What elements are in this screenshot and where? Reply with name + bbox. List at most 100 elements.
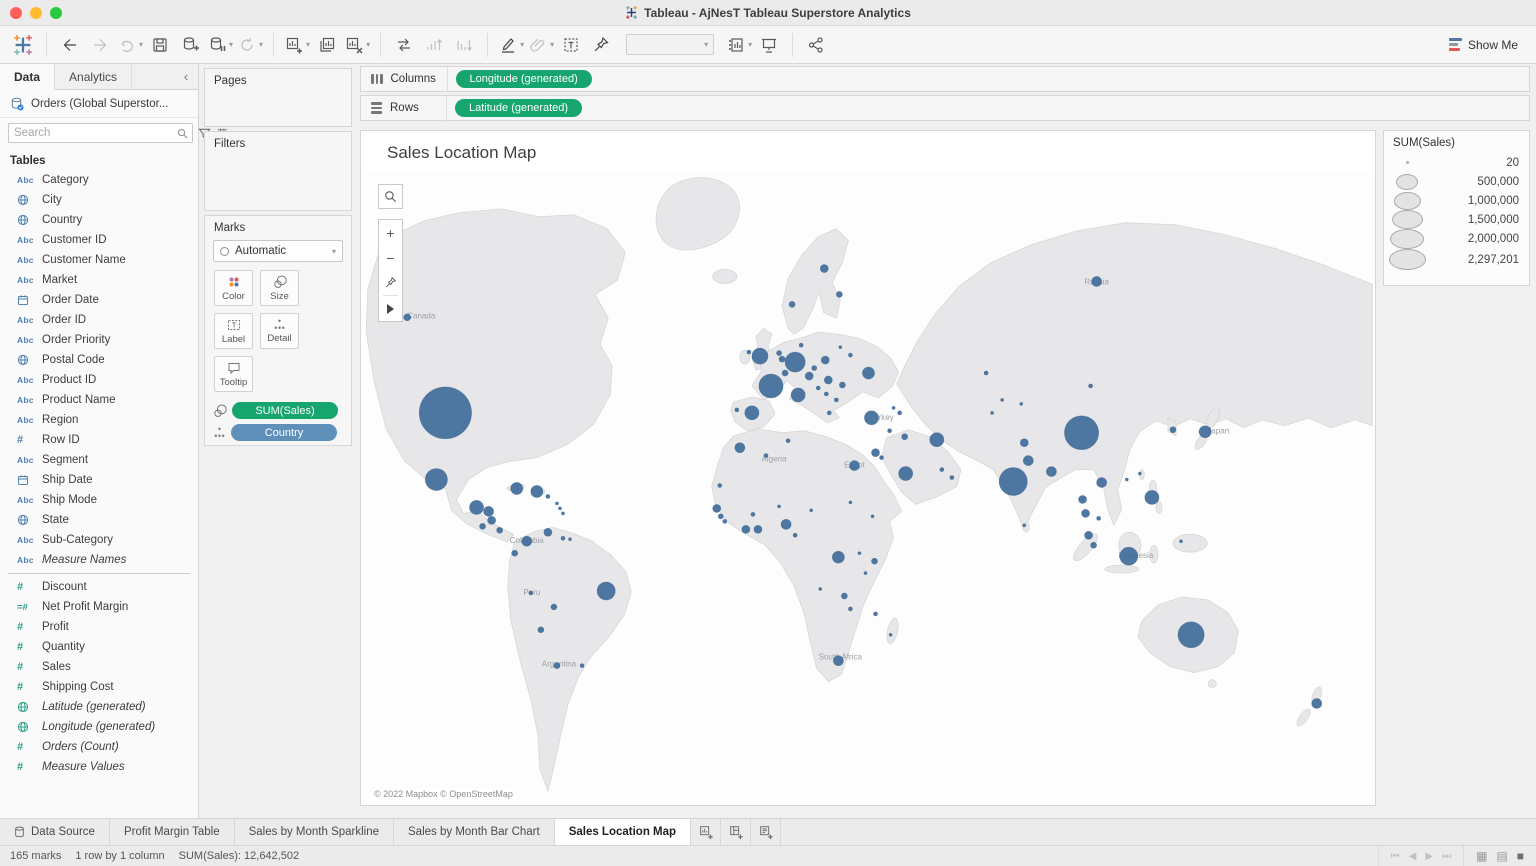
sales-bubble[interactable] bbox=[823, 375, 833, 385]
sales-bubble[interactable] bbox=[741, 524, 751, 534]
sales-bubble[interactable] bbox=[778, 355, 786, 363]
sales-bubble[interactable] bbox=[1078, 495, 1087, 504]
sales-bubble[interactable] bbox=[804, 371, 814, 381]
sales-bubble[interactable] bbox=[579, 663, 585, 668]
back-icon[interactable] bbox=[57, 32, 83, 58]
forward-icon[interactable] bbox=[87, 32, 113, 58]
field-longitude-generated[interactable]: Longitude (generated) bbox=[0, 717, 198, 737]
clear-sheet-icon[interactable]: ▾ bbox=[344, 32, 370, 58]
sales-bubble[interactable] bbox=[1124, 477, 1129, 482]
sales-bubble[interactable] bbox=[809, 508, 814, 513]
sales-bubble[interactable] bbox=[1046, 466, 1057, 477]
field-orders-count[interactable]: # Orders (Count) bbox=[0, 737, 198, 757]
field-net-profit-margin[interactable]: =# Net Profit Margin bbox=[0, 597, 198, 617]
sales-bubble[interactable] bbox=[717, 483, 723, 488]
detail-button[interactable]: Detail bbox=[260, 313, 299, 349]
sales-bubble[interactable] bbox=[815, 385, 821, 391]
presentation-mode-icon[interactable] bbox=[756, 32, 782, 58]
field-country[interactable]: Country bbox=[0, 210, 198, 230]
sales-bubble[interactable] bbox=[826, 410, 832, 416]
sales-bubble[interactable] bbox=[553, 662, 561, 669]
size-legend[interactable]: SUM(Sales) 20 500,000 1,000,000 1,500,000 2,… bbox=[1383, 130, 1530, 286]
sales-bubble[interactable] bbox=[558, 506, 562, 511]
sales-bubble[interactable] bbox=[818, 587, 823, 591]
sales-bubble[interactable] bbox=[487, 516, 496, 525]
sales-bubble[interactable] bbox=[1096, 516, 1101, 521]
run-updates-icon[interactable]: ▾ bbox=[237, 32, 263, 58]
sales-bubble[interactable] bbox=[871, 448, 880, 457]
show-filmstrip-icon[interactable]: ▤ bbox=[1496, 849, 1507, 863]
sales-bubble[interactable] bbox=[939, 467, 945, 472]
sales-bubble[interactable] bbox=[511, 549, 519, 557]
sales-bubble[interactable] bbox=[983, 370, 989, 376]
field-ship-date[interactable]: Ship Date bbox=[0, 470, 198, 490]
sales-bubble[interactable] bbox=[555, 501, 559, 506]
sales-bubble[interactable] bbox=[790, 387, 806, 403]
pill-longitude-generated[interactable]: Longitude (generated) bbox=[455, 70, 592, 88]
sales-bubble[interactable] bbox=[897, 410, 903, 416]
field-order-date[interactable]: Order Date bbox=[0, 290, 198, 310]
field-order-priority[interactable]: Abc Order Priority bbox=[0, 330, 198, 350]
sales-bubble[interactable] bbox=[1084, 530, 1093, 540]
field-shipping-cost[interactable]: # Shipping Cost bbox=[0, 677, 198, 697]
new-worksheet-icon[interactable]: ▾ bbox=[284, 32, 310, 58]
sales-bubble[interactable] bbox=[753, 524, 763, 534]
show-sheet-sorter-icon[interactable]: ▦ bbox=[1476, 849, 1487, 863]
sales-bubble[interactable] bbox=[734, 407, 740, 413]
field-customer-name[interactable]: Abc Customer Name bbox=[0, 250, 198, 270]
field-product-id[interactable]: Abc Product ID bbox=[0, 370, 198, 390]
sales-bubble[interactable] bbox=[403, 313, 412, 322]
pill-country[interactable]: Country bbox=[231, 424, 337, 441]
sales-bubble[interactable] bbox=[862, 366, 875, 380]
sales-bubble[interactable] bbox=[545, 494, 551, 499]
last-page-icon[interactable]: ⏭ bbox=[1442, 851, 1451, 862]
save-icon[interactable] bbox=[147, 32, 173, 58]
sales-bubble[interactable] bbox=[898, 466, 914, 481]
sales-bubble[interactable] bbox=[776, 350, 782, 356]
sort-ascending-icon[interactable] bbox=[421, 32, 447, 58]
share-icon[interactable] bbox=[803, 32, 829, 58]
size-button[interactable]: Size bbox=[260, 270, 299, 306]
new-story-tab-icon[interactable] bbox=[751, 819, 782, 845]
sales-bubble[interactable] bbox=[510, 482, 524, 495]
tab-sales-by-month-sparkline[interactable]: Sales by Month Sparkline bbox=[235, 819, 395, 845]
tab-data-source[interactable]: Data Source bbox=[0, 819, 110, 845]
map-pin-button[interactable] bbox=[379, 270, 402, 295]
field-ship-mode[interactable]: Abc Ship Mode bbox=[0, 490, 198, 510]
field-state[interactable]: State bbox=[0, 510, 198, 530]
sales-bubble[interactable] bbox=[798, 342, 804, 348]
sales-bubble[interactable] bbox=[1022, 455, 1034, 466]
sales-bubble[interactable] bbox=[568, 537, 572, 542]
field-region[interactable]: Abc Region bbox=[0, 410, 198, 430]
field-customer-id[interactable]: Abc Customer ID bbox=[0, 230, 198, 250]
sales-bubble[interactable] bbox=[1179, 539, 1183, 544]
sales-bubble[interactable] bbox=[848, 500, 853, 505]
redo-icon[interactable]: ▾ bbox=[117, 32, 143, 58]
sales-bubble[interactable] bbox=[838, 381, 846, 389]
new-worksheet-tab-icon[interactable] bbox=[691, 819, 722, 845]
sales-bubble[interactable] bbox=[1177, 621, 1205, 649]
sales-bubble[interactable] bbox=[750, 512, 756, 517]
field-postal-code[interactable]: Postal Code bbox=[0, 350, 198, 370]
sales-bubble[interactable] bbox=[1144, 490, 1160, 505]
previous-page-icon[interactable]: ◀ bbox=[1409, 851, 1417, 862]
map-search-button[interactable] bbox=[378, 184, 403, 209]
pill-latitude-generated[interactable]: Latitude (generated) bbox=[455, 99, 583, 117]
sales-bubble[interactable] bbox=[1137, 471, 1142, 476]
sales-bubble[interactable] bbox=[849, 460, 860, 471]
sales-bubble[interactable] bbox=[734, 442, 746, 454]
tab-sales-location-map[interactable]: Sales Location Map bbox=[554, 819, 692, 845]
fit-icon[interactable]: ▾ bbox=[726, 32, 752, 58]
field-market[interactable]: Abc Market bbox=[0, 270, 198, 290]
zoom-in-button[interactable]: + bbox=[379, 220, 402, 245]
search-input[interactable] bbox=[9, 124, 173, 142]
sales-bubble[interactable] bbox=[990, 411, 994, 415]
tab-analytics[interactable]: Analytics bbox=[55, 64, 133, 89]
field-latitude-generated[interactable]: Latitude (generated) bbox=[0, 697, 198, 717]
sales-bubble[interactable] bbox=[521, 535, 533, 547]
sales-bubble[interactable] bbox=[870, 514, 875, 519]
sales-bubble[interactable] bbox=[780, 518, 792, 530]
fit-selector[interactable]: ▾ bbox=[626, 34, 715, 55]
fix-axes-icon[interactable] bbox=[588, 32, 614, 58]
sales-bubble[interactable] bbox=[819, 264, 829, 273]
